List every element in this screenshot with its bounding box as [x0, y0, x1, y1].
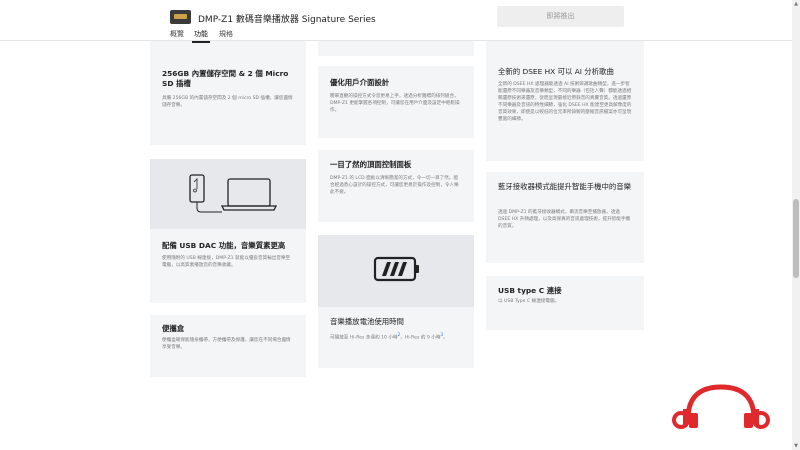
feature-card-battery: 音樂播放電池使用時間 可播放至 Hi-Res 多達約 10 小時2，Hi-Res…	[318, 235, 474, 368]
laptop-phone-icon	[189, 174, 278, 213]
product-header: DMP-Z1 數碼音樂播放器 Signature Series 概覽 功能 規格…	[0, 0, 792, 43]
scroll-up-icon[interactable]: ▲	[792, 0, 800, 8]
feature-card-bluetooth: 藍牙接收器模式能提升智能手機中的音樂 透過 DMP-Z1 的藍牙接收器模式，串流…	[486, 172, 644, 263]
card-body: 全新的 DSEE HX 處理器能透過 AI 技術辨識歌曲類型，進一步智能還原不同…	[498, 82, 632, 122]
battery-text-3: 。	[443, 335, 448, 341]
card-title: 256GB 內置儲存空間 & 2 個 Micro SD 插槽	[162, 69, 289, 88]
feature-card-storage: 256GB 內置儲存空間 & 2 個 Micro SD 插槽 具備 256GB …	[150, 41, 306, 145]
card-title: 藍牙接收器模式能提升智能手機中的音樂	[498, 182, 632, 191]
card-title: USB type C 連接	[498, 286, 562, 295]
tab-specs[interactable]: 規格	[219, 29, 233, 39]
card-title: 配備 USB DAC 功能，音樂質素更高	[162, 241, 286, 250]
battery-icon	[373, 256, 419, 282]
feature-card-usbc: USB type C 連接 以 USB Type C 線連接電腦。	[486, 276, 644, 330]
scrollbar-thumb[interactable]	[793, 199, 799, 278]
tab-overview[interactable]: 概覽	[170, 29, 184, 39]
card-body: 簡單直觀的操控方式令您更易上手，透過分析圖標的排列組合，DMP-Z1 更能掌握各…	[330, 94, 460, 113]
card-body: 以 USB Type C 線連接電腦。	[498, 299, 560, 304]
card-body: DMP-Z1 的 LCD 面板以清晰簡潔的方式，令一切一目了然。配合經過悉心設計…	[330, 176, 459, 195]
feature-card-top	[318, 41, 474, 56]
card-body: 使用隨附的 USB 線連接，DMP-Z1 就能以優良音質輸出音樂至電腦，以高質素…	[162, 256, 291, 268]
card-image	[318, 235, 474, 307]
tab-features[interactable]: 功能	[192, 29, 210, 43]
card-body: 具備 256GB 的內置儲存空間及 2 個 micro SD 插槽，讓您盡情儲存…	[162, 96, 293, 108]
product-thumbnail	[170, 10, 191, 24]
coming-soon-button[interactable]: 即將推出	[497, 6, 624, 27]
battery-text-2: ，Hi-Res 約 9 小時	[400, 335, 441, 341]
card-title: 全新的 DSEE HX 可以 AI 分析歌曲	[498, 67, 614, 76]
card-body: 透過 DMP-Z1 的藍牙接收器模式，串流音樂至播放器，透過 DSEE HX 升…	[498, 210, 631, 229]
battery-text-1: 可播放至 Hi-Res 多達約 10 小時	[330, 335, 398, 341]
scroll-down-icon[interactable]: ▼	[792, 442, 800, 450]
card-title: 一目了然的頂面控制面板	[330, 160, 412, 169]
feature-card-case: 便攜盒 便攜盒確保能隨身攜帶，方便攜帶及保護，讓您在不同場合盡情享受音樂。	[150, 315, 306, 377]
feature-card-usb-dac: 配備 USB DAC 功能，音樂質素更高 使用隨附的 USB 線連接，DMP-Z…	[150, 159, 306, 303]
feature-card-dsee: 全新的 DSEE HX 可以 AI 分析歌曲 全新的 DSEE HX 處理器能透…	[486, 41, 644, 161]
card-body: 可播放至 Hi-Res 多達約 10 小時2，Hi-Res 約 9 小時3。	[330, 331, 462, 342]
page: DMP-Z1 數碼音樂播放器 Signature Series 概覽 功能 規格…	[0, 0, 800, 450]
feature-card-ui: 優化用戶介面設計 簡單直觀的操控方式令您更易上手，透過分析圖標的排列組合，DMP…	[318, 66, 474, 138]
card-body: 便攜盒確保能隨身攜帶，方便攜帶及保護，讓您在不同場合盡情享受音樂。	[162, 338, 291, 350]
feature-card-panel: 一目了然的頂面控制面板 DMP-Z1 的 LCD 面板以清晰簡潔的方式，令一切一…	[318, 150, 474, 222]
card-title: 音樂播放電池使用時間	[330, 317, 404, 326]
headphones-logo-icon	[672, 384, 770, 429]
scrollbar[interactable]: ▲ ▼	[792, 0, 800, 450]
card-image	[150, 159, 306, 229]
card-title: 便攜盒	[162, 324, 185, 333]
product-title: DMP-Z1 數碼音樂播放器 Signature Series	[198, 15, 376, 25]
card-title: 優化用戶介面設計	[330, 78, 390, 87]
